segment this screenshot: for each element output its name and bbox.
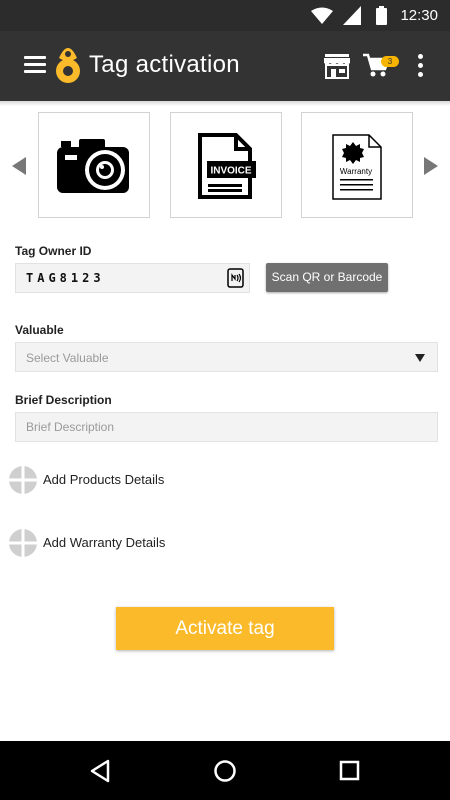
menu-icon[interactable] <box>24 56 46 74</box>
add-warranty-label: Add Warranty Details <box>43 535 166 550</box>
camera-icon <box>57 139 129 193</box>
carousel-next-arrow-icon[interactable] <box>424 157 438 175</box>
activate-tag-button[interactable]: Activate tag <box>116 607 334 650</box>
dropdown-arrow-icon <box>415 354 425 362</box>
app-bar-shadow <box>0 101 450 106</box>
valuable-select[interactable]: Select Valuable <box>15 342 438 372</box>
app-bar: Tag activation 3 <box>0 31 450 101</box>
carousel-prev-arrow-icon[interactable] <box>12 157 26 175</box>
page-title: Tag activation <box>89 51 240 78</box>
add-products-label: Add Products Details <box>43 472 165 487</box>
warranty-icon: Warranty <box>332 134 382 200</box>
valuable-label: Valuable <box>15 323 64 337</box>
more-icon[interactable] <box>418 54 424 78</box>
logo-icon <box>56 48 80 83</box>
valuable-placeholder: Select Valuable <box>26 351 109 365</box>
add-products-details-button[interactable]: Add Products Details <box>9 466 249 494</box>
store-icon[interactable] <box>324 53 350 79</box>
brief-description-input[interactable] <box>15 412 438 442</box>
nfc-icon[interactable] <box>227 268 244 288</box>
wifi-icon <box>311 7 333 24</box>
add-plus-icon <box>9 466 37 494</box>
system-nav-bar <box>0 741 450 800</box>
tag-owner-input[interactable]: TAG8123 <box>15 263 250 293</box>
status-bar: 12:30 <box>0 0 450 31</box>
add-warranty-details-button[interactable]: Add Warranty Details <box>9 529 249 557</box>
brief-description-label: Brief Description <box>15 393 112 407</box>
recents-icon[interactable] <box>339 759 361 783</box>
carousel-item-camera[interactable] <box>38 112 150 218</box>
scan-qr-barcode-button[interactable]: Scan QR or Barcode <box>266 263 388 292</box>
invoice-icon: INVOICE <box>198 133 256 199</box>
home-icon[interactable] <box>213 759 237 783</box>
tag-owner-value: TAG8123 <box>26 271 105 285</box>
battery-icon <box>376 6 387 25</box>
add-plus-icon <box>9 529 37 557</box>
cart-count-badge: 3 <box>381 56 399 67</box>
carousel-item-warranty[interactable]: Warranty <box>301 112 413 218</box>
warranty-icon-text: Warranty <box>340 167 372 176</box>
invoice-icon-text: INVOICE <box>210 166 251 177</box>
carousel-item-invoice[interactable]: INVOICE <box>170 112 282 218</box>
signal-icon <box>343 6 361 25</box>
back-icon[interactable] <box>89 759 111 783</box>
tag-owner-label: Tag Owner ID <box>15 244 92 258</box>
status-time: 12:30 <box>400 7 438 24</box>
